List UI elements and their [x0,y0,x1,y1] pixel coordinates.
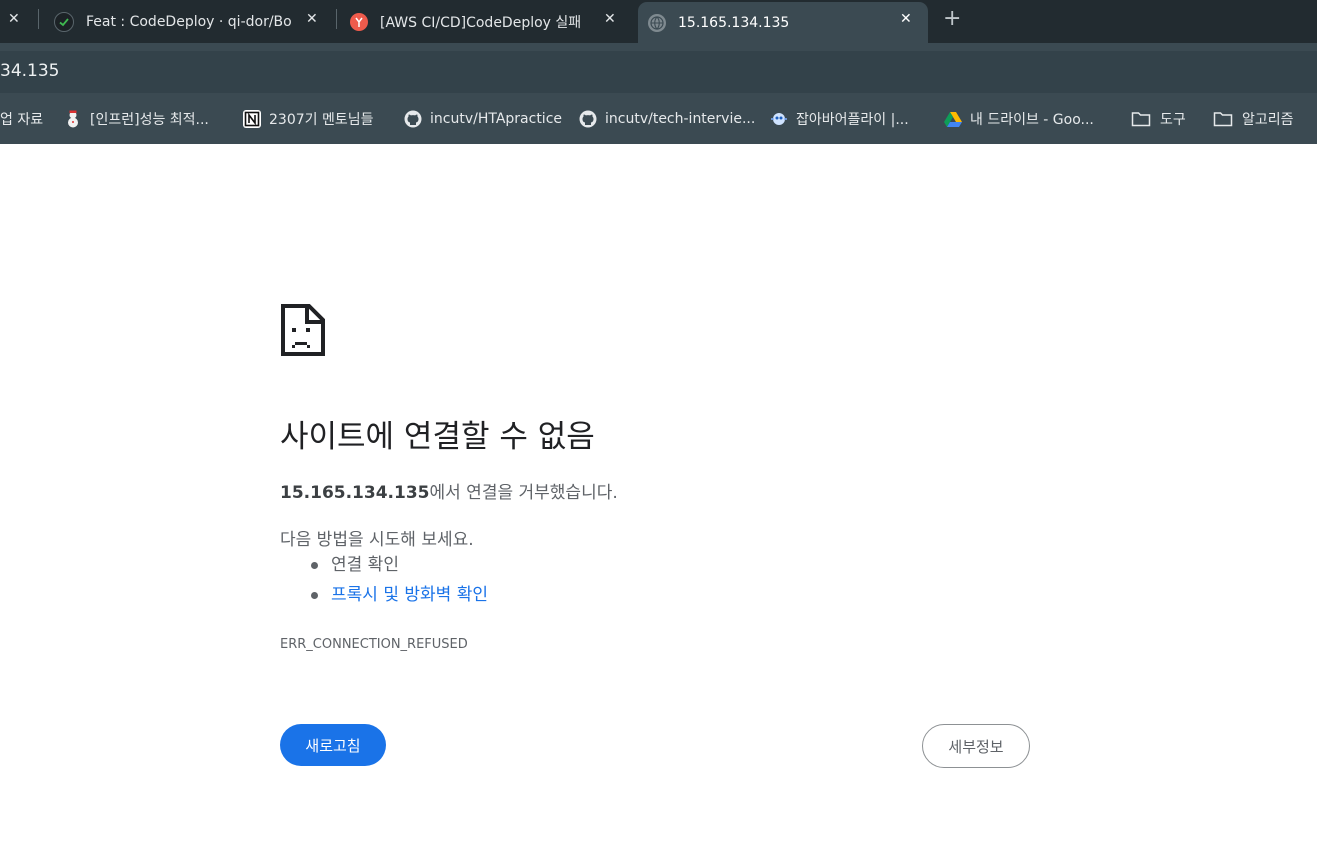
bookmarks-bar: 업 자료 [인프런]성능 최적... 2307기 멘토님들 incutv/HTA… [0,93,1317,144]
github-icon [579,110,597,128]
bookmark-folder[interactable]: 알고리즘 [1212,93,1294,144]
tab-close-icon[interactable]: ✕ [306,11,318,27]
bookmark-label: 잡아바어플라이 |... [796,111,909,128]
sad-document-icon [281,304,325,356]
bookmark-item[interactable]: 업 자료 [0,93,43,144]
tab-title: [AWS CI/CD]CodeDeploy 실패 [380,14,582,31]
suggestion-list: 연결 확인 프록시 및 방화벽 확인 [280,551,488,611]
velog-icon [350,12,368,31]
toolbar [0,43,1317,51]
try-intro: 다음 방법을 시도해 보세요. [280,530,474,550]
github-icon [404,110,422,128]
bookmark-item[interactable]: incutv/tech-intervie... [579,93,755,144]
github-check-icon [54,11,74,32]
suggestion-check-proxy-firewall[interactable]: 프록시 및 방화벽 확인 [280,581,488,611]
folder-icon [1212,110,1234,128]
error-host-suffix: 에서 연결을 거부했습니다. [429,483,618,503]
tab-close-icon[interactable]: ✕ [604,11,616,27]
error-heading: 사이트에 연결할 수 없음 [280,419,595,455]
tab-title: 15.165.134.135 [678,14,790,31]
bookmark-label: 도구 [1160,111,1186,128]
tab-velog-codedeploy[interactable]: [AWS CI/CD]CodeDeploy 실패 ✕ [338,0,634,43]
bookmark-item[interactable]: incutv/HTApractice [404,93,562,144]
bookmark-label: incutv/tech-intervie... [605,110,756,127]
tab-close-icon[interactable]: ✕ [8,11,20,27]
folder-icon [1130,110,1152,128]
jobaba-icon [770,110,788,128]
bookmark-label: incutv/HTApractice [430,110,563,127]
google-drive-icon [944,110,962,128]
tab-active-ip[interactable]: 15.165.134.135 ✕ [638,2,928,43]
details-button[interactable]: 세부정보 [922,724,1030,768]
bookmark-label: 업 자료 [0,111,44,128]
tab-codedeploy-github[interactable]: Feat : CodeDeploy · qi-dor/Bo ✕ [40,0,332,43]
snowman-icon [64,110,82,128]
bookmark-label: 2307기 멘토님들 [269,111,374,128]
address-bar[interactable]: 34.135 [0,51,1317,93]
bookmark-item[interactable]: 잡아바어플라이 |... [770,93,909,144]
error-code: ERR_CONNECTION_REFUSED [280,637,468,652]
bookmark-folder[interactable]: 도구 [1130,93,1186,144]
tab-separator [38,9,39,29]
new-tab-button[interactable]: + [943,6,961,31]
tab-strip: ✕ Feat : CodeDeploy · qi-dor/Bo ✕ [AWS C… [0,0,1317,43]
bookmark-label: 알고리즘 [1242,111,1294,128]
bookmark-item[interactable]: 2307기 멘토님들 [243,93,373,144]
bookmark-item[interactable]: 내 드라이브 - Goo... [944,93,1094,144]
bookmark-item[interactable]: [인프런]성능 최적... [64,93,209,144]
address-url[interactable]: 34.135 [0,61,59,81]
suggestion-check-connection: 연결 확인 [280,551,488,581]
error-host: 15.165.134.135 [280,483,430,503]
notion-icon [243,109,261,128]
bookmark-label: 내 드라이브 - Goo... [970,111,1094,128]
bookmark-label: [인프런]성능 최적... [90,111,209,128]
globe-icon [648,13,666,32]
tab-separator [336,9,337,29]
tab-0[interactable]: ✕ [0,0,36,43]
error-description: 15.165.134.135에서 연결을 거부했습니다. [280,478,618,503]
reload-button[interactable]: 새로고침 [280,724,386,766]
tab-title: Feat : CodeDeploy · qi-dor/Bo [86,13,292,30]
tab-close-icon[interactable]: ✕ [900,11,912,27]
